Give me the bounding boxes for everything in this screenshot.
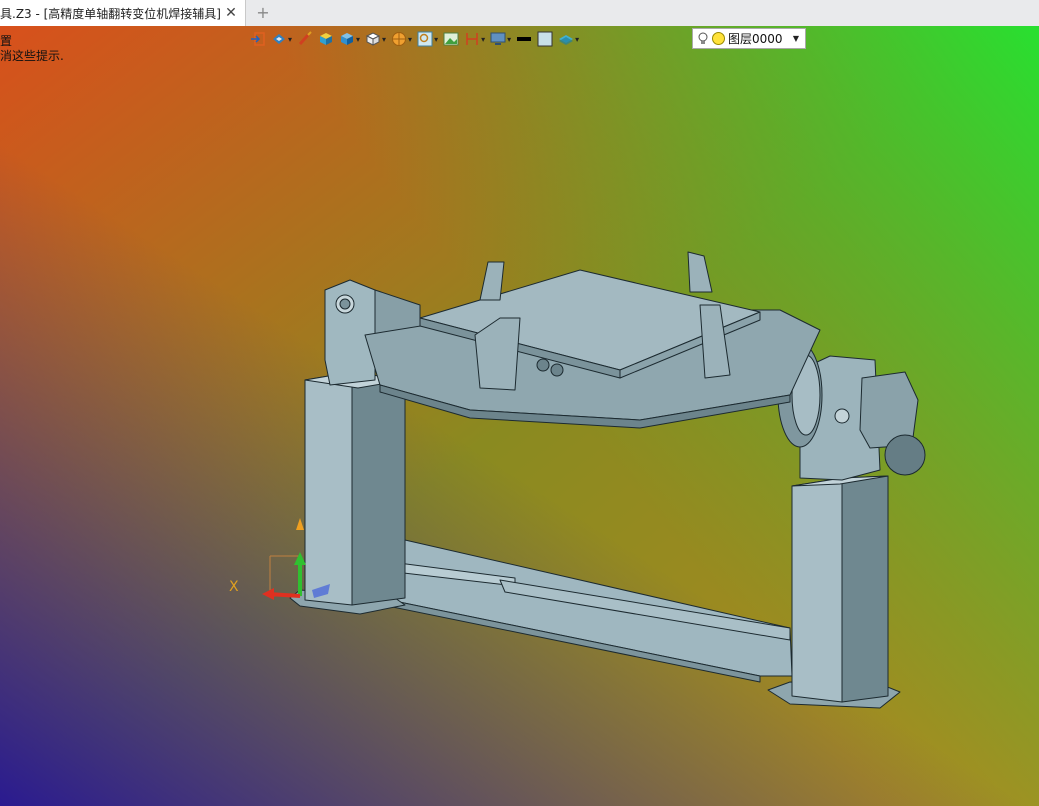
lightbulb-icon <box>698 32 708 44</box>
left-headstock <box>324 279 376 386</box>
document-tab[interactable]: 具.Z3 - [高精度单轴翻转变位机焊接辅具] ✕ <box>0 0 246 26</box>
zoom-view-icon <box>417 31 433 47</box>
layer-status-dot <box>712 32 725 45</box>
layer-stack-icon <box>559 35 574 45</box>
solid-box-icon <box>320 33 333 45</box>
face-color-button[interactable] <box>537 28 553 50</box>
view-toolbar: ▾ ▾ ▾ ▾ ▾ ▾ ▾ ▾ <box>250 28 584 50</box>
display-button[interactable]: ▾ <box>490 28 511 50</box>
image-button[interactable] <box>443 28 459 50</box>
clamp-rear-left <box>479 261 505 301</box>
exit-icon <box>251 32 265 46</box>
close-tab-icon[interactable]: ✕ <box>222 0 240 26</box>
line-color-button[interactable] <box>516 28 532 50</box>
document-tab-bar: 具.Z3 - [高精度单轴翻转变位机焊接辅具] ✕ + <box>0 0 1039 27</box>
layer-stack-button[interactable]: ▾ <box>558 28 579 50</box>
document-tab-title: 具.Z3 - [高精度单轴翻转变位机焊接辅具] <box>0 6 221 21</box>
right-pillar <box>791 477 843 703</box>
clamp-rear-right <box>687 251 713 293</box>
wire-cube-button[interactable]: ▾ <box>365 28 386 50</box>
image-icon <box>443 32 459 46</box>
zoom-view-button[interactable]: ▾ <box>417 28 438 50</box>
dimension-icon <box>466 33 478 45</box>
solid-box-button[interactable] <box>318 28 334 50</box>
left-pillar <box>304 371 353 606</box>
render-cube-button[interactable]: ▾ <box>339 28 360 50</box>
render-cube-icon <box>341 33 354 45</box>
sphere-button[interactable]: ▾ <box>391 28 412 50</box>
hint-line-2: 消这些提示. <box>0 49 64 63</box>
wire-cube-icon <box>365 32 381 46</box>
sphere-icon <box>392 32 407 46</box>
layer-selector[interactable]: 图层0000 ▼ <box>692 28 806 49</box>
face-color-icon <box>537 31 553 47</box>
x-axis-label: X <box>229 579 239 595</box>
welding-positioner-model[interactable] <box>0 26 1039 806</box>
exit-button[interactable] <box>250 28 266 50</box>
brush-icon <box>298 31 312 45</box>
new-tab-button[interactable]: + <box>254 2 272 24</box>
chevron-down-icon: ▼ <box>792 34 799 43</box>
display-icon <box>490 32 506 45</box>
3d-viewport[interactable]: X <box>0 26 1039 806</box>
layer-name: 图层0000 <box>728 32 783 46</box>
dimension-button[interactable]: ▾ <box>464 28 485 50</box>
brush-button[interactable] <box>297 28 313 50</box>
view-paint-icon <box>273 34 285 44</box>
view-paint-button[interactable]: ▾ <box>271 28 292 50</box>
line-color-icon <box>517 37 532 41</box>
